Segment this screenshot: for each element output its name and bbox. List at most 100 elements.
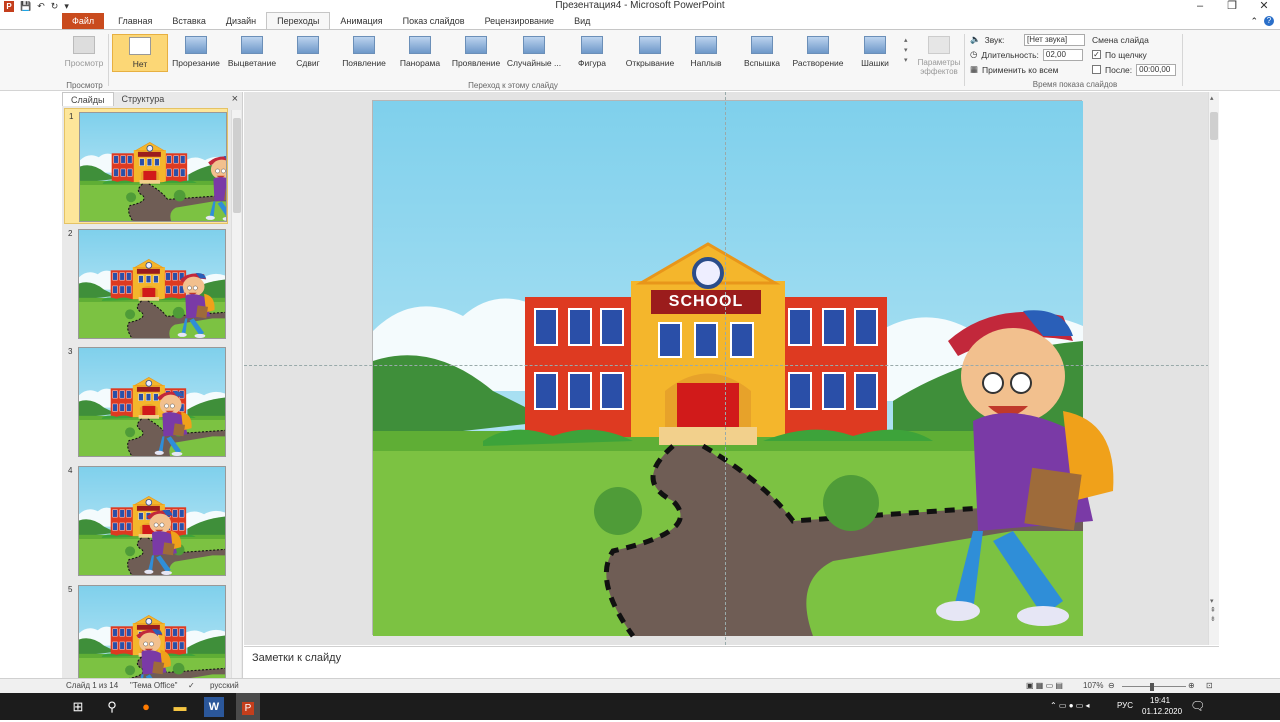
- tab-home[interactable]: Главная: [108, 13, 162, 29]
- transition-random-bars-button[interactable]: Случайные ...: [504, 34, 564, 72]
- minimize-icon[interactable]: –: [1184, 0, 1216, 12]
- zoom-level[interactable]: 107%: [1083, 681, 1103, 690]
- transition-label: Панорама: [399, 58, 441, 68]
- apply-to-all-button[interactable]: Применить ко всем: [982, 65, 1058, 75]
- editor-scrollbar[interactable]: ▴ ▾ ⇞ ⇟: [1208, 92, 1219, 645]
- scroll-down-icon[interactable]: ▾ ⇞ ⇟: [1210, 597, 1216, 624]
- close-icon[interactable]: ✕: [1248, 0, 1280, 12]
- separator: [1182, 34, 1183, 86]
- transition-none-icon: [129, 37, 151, 55]
- transition-reveal-button[interactable]: Проявление: [448, 34, 504, 72]
- thumbnail-scrollbar[interactable]: [231, 110, 241, 678]
- gallery-scroll[interactable]: ▴ ▾ ▾: [904, 36, 908, 66]
- zoom-in-icon[interactable]: ⊕: [1188, 681, 1195, 690]
- word-icon[interactable]: W: [204, 697, 224, 717]
- slide-thumbnail-4[interactable]: 4: [64, 463, 228, 579]
- tab-review[interactable]: Рецензирование: [475, 13, 565, 29]
- tab-animation[interactable]: Анимация: [330, 13, 392, 29]
- tab-slides[interactable]: Слайды: [62, 92, 114, 106]
- tab-transitions[interactable]: Переходы: [266, 12, 331, 29]
- theme-name[interactable]: "Тема Office": [130, 681, 178, 690]
- clock-date[interactable]: 01.12.2020: [1142, 707, 1182, 716]
- separator: [964, 34, 965, 86]
- slide-thumbnail-5[interactable]: 5: [64, 582, 228, 678]
- windows-start-icon[interactable]: ⊞: [68, 697, 88, 717]
- slide-thumbnail-1[interactable]: 1: [64, 108, 228, 224]
- transition-uncover-button[interactable]: Открывание: [620, 34, 680, 72]
- slide-preview: [78, 229, 226, 339]
- keyboard-language[interactable]: РУС: [1117, 701, 1133, 710]
- after-checkbox[interactable]: [1092, 65, 1101, 74]
- zoom-slider-thumb[interactable]: [1150, 683, 1154, 691]
- transition-uncover-icon: [639, 36, 661, 54]
- zoom-slider[interactable]: [1122, 686, 1186, 687]
- spellcheck-icon[interactable]: ✓: [188, 681, 195, 690]
- notifications-icon[interactable]: 🗨: [1190, 699, 1205, 713]
- transition-label: Вспышка: [743, 58, 781, 68]
- search-icon[interactable]: ⚲: [102, 697, 122, 717]
- clock-time[interactable]: 19:41: [1150, 696, 1170, 705]
- help-icon[interactable]: ?: [1264, 16, 1274, 26]
- transition-flash-button[interactable]: Вспышка: [734, 34, 790, 72]
- scroll-up-icon[interactable]: ▴: [1210, 94, 1214, 102]
- transition-cover-button[interactable]: Наплыв: [678, 34, 734, 72]
- notes-pane[interactable]: Заметки к слайду: [244, 646, 1219, 678]
- zoom-out-icon[interactable]: ⊖: [1108, 681, 1115, 690]
- transition-pan-button[interactable]: Панорама: [392, 34, 448, 72]
- preview-button[interactable]: Просмотр: [62, 34, 106, 72]
- transition-none-button[interactable]: Нет: [112, 34, 168, 72]
- tray-icons[interactable]: ⌃ ▭ ● ▭ ◂: [1050, 701, 1090, 710]
- tab-slideshow[interactable]: Показ слайдов: [393, 13, 475, 29]
- effect-options-label: Параметры эффектов: [917, 58, 961, 76]
- scrollbar-thumb[interactable]: [233, 118, 241, 213]
- separator: [108, 34, 109, 86]
- transition-fade-button[interactable]: Выцветание: [224, 34, 280, 72]
- tab-view[interactable]: Вид: [564, 13, 600, 29]
- transition-dissolve-button[interactable]: Растворение: [790, 34, 846, 72]
- slide-thumbnail-3[interactable]: 3: [64, 344, 228, 460]
- fit-to-window-icon[interactable]: ⊡: [1206, 681, 1213, 690]
- powerpoint-taskbar-icon[interactable]: P: [236, 693, 260, 720]
- transition-checkerboard-button[interactable]: Шашки: [847, 34, 903, 72]
- current-slide[interactable]: SCHOOL: [372, 100, 1115, 635]
- thumbnail-list: 1 2 3 4 5: [62, 108, 232, 678]
- scrollbar-thumb[interactable]: [1210, 112, 1218, 140]
- duration-field[interactable]: 02,00: [1042, 48, 1083, 61]
- transition-cut-button[interactable]: Прорезание: [168, 34, 224, 72]
- transition-label: Проявление: [451, 58, 501, 68]
- tab-design[interactable]: Дизайн: [216, 13, 266, 29]
- on-click-checkbox[interactable]: [1092, 50, 1101, 59]
- language[interactable]: русский: [210, 681, 239, 690]
- slide-number: 5: [68, 585, 73, 594]
- after-time-field[interactable]: 00:00,00: [1136, 63, 1177, 76]
- file-explorer-icon[interactable]: ▬: [170, 697, 190, 717]
- firefox-icon[interactable]: ●: [136, 697, 156, 717]
- tab-insert[interactable]: Вставка: [162, 13, 215, 29]
- effect-options-button[interactable]: Параметры эффектов: [916, 34, 962, 76]
- tab-outline[interactable]: Структура: [114, 92, 173, 106]
- transition-label: Выцветание: [227, 58, 277, 68]
- preview-group-name: Просмотр: [66, 81, 103, 90]
- slides-pane: Слайды Структура × 1 2 3 4 5: [62, 92, 243, 678]
- after-label: После:: [1105, 64, 1133, 75]
- horizontal-guide[interactable]: [244, 365, 1219, 366]
- transition-dissolve-icon: [807, 36, 829, 54]
- sound-dropdown[interactable]: [Нет звука]: [1023, 33, 1085, 46]
- collapse-ribbon-icon[interactable]: ⌃: [1250, 16, 1258, 27]
- transition-label: Сдвиг: [296, 58, 320, 68]
- transition-label: Нет: [132, 59, 148, 69]
- transition-shape-button[interactable]: Фигура: [564, 34, 620, 72]
- restore-icon[interactable]: ❐: [1216, 0, 1248, 12]
- transition-push-icon: [297, 36, 319, 54]
- vertical-guide[interactable]: [725, 92, 726, 645]
- advance-title: Смена слайда: [1092, 34, 1149, 45]
- transition-random-bars-icon: [523, 36, 545, 54]
- slide-thumbnail-2[interactable]: 2: [64, 226, 228, 342]
- tab-file[interactable]: Файл: [62, 13, 105, 29]
- windows-taskbar: ⊞ ⚲ ● ▬ W P ⌃ ▭ ● ▭ ◂ РУС 19:41 01.12.20…: [0, 693, 1280, 720]
- pane-close-icon[interactable]: ×: [232, 92, 238, 106]
- advance-slide-options: Смена слайда По щелчку После: 00:00,00: [1092, 32, 1180, 77]
- view-buttons[interactable]: ▣ ▦ ▭ ▤: [1026, 681, 1063, 690]
- transition-wipe-button[interactable]: Появление: [336, 34, 392, 72]
- transition-push-button[interactable]: Сдвиг: [280, 34, 336, 72]
